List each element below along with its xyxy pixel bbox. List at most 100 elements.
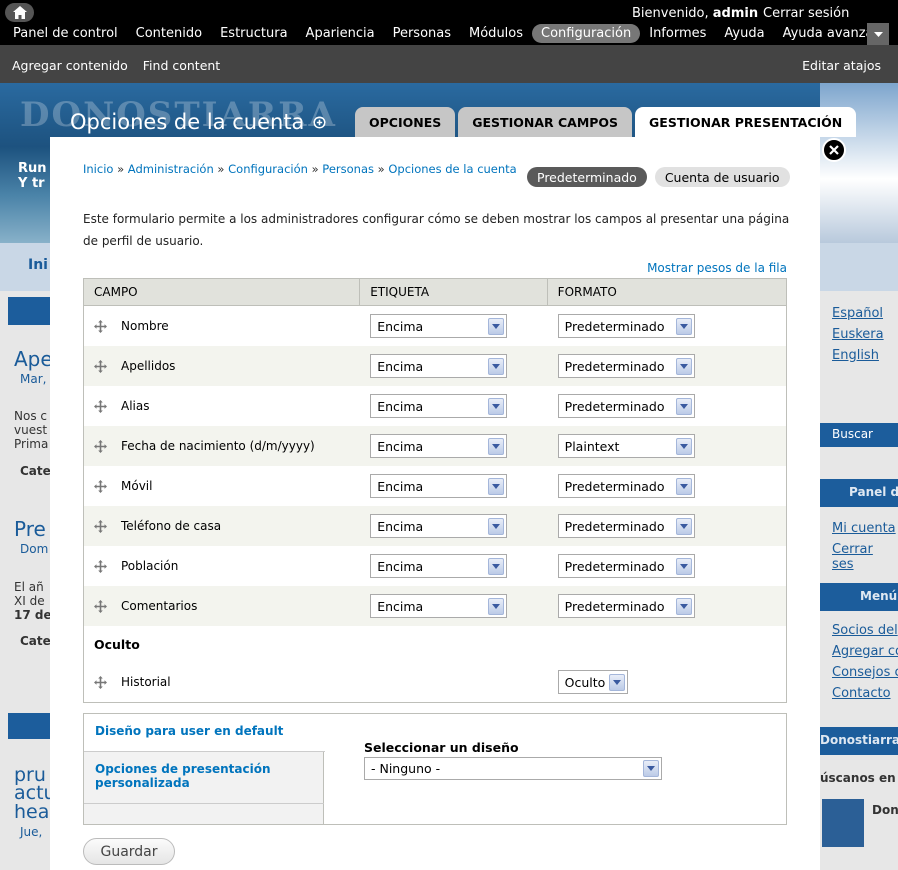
chevron-down-icon: [675, 597, 692, 615]
search-button[interactable]: Buscar: [820, 423, 898, 447]
lang-link[interactable]: Español: [832, 306, 883, 321]
breadcrumb-admin[interactable]: Administración: [128, 162, 214, 176]
breadcrumb-people[interactable]: Personas: [322, 162, 374, 176]
logout-link[interactable]: Cerrar sesión: [763, 6, 849, 21]
format-select[interactable]: Plaintext: [557, 434, 695, 458]
show-row-weights-link[interactable]: Mostrar pesos de la fila: [647, 261, 787, 275]
menu-link[interactable]: Contacto: [832, 686, 891, 701]
field-name: Población: [121, 559, 179, 573]
format-select[interactable]: Oculto: [557, 670, 628, 694]
format-select[interactable]: Predeterminado: [557, 594, 695, 618]
shortcut-find-content[interactable]: Find content: [143, 58, 220, 73]
label-select[interactable]: Encima: [370, 394, 508, 418]
vtab-layout[interactable]: Diseño para user en default: [84, 714, 325, 752]
drag-handle-icon[interactable]: [94, 559, 107, 573]
panel-link[interactable]: Mi cuenta: [832, 521, 896, 536]
subtab-default[interactable]: Predeterminado: [527, 167, 647, 187]
find-us-text: úscanos en: [820, 771, 896, 785]
format-select[interactable]: Predeterminado: [557, 394, 695, 418]
layout-select-value: - Ninguno -: [371, 761, 441, 776]
drag-handle-icon[interactable]: [94, 399, 107, 413]
breadcrumb-separator: »: [311, 162, 319, 176]
post-title[interactable]: Pre: [14, 517, 46, 541]
format-select[interactable]: Predeterminado: [557, 474, 695, 498]
site-nav-item[interactable]: Ini: [28, 257, 48, 273]
breadcrumb-home[interactable]: Inicio: [83, 162, 113, 176]
field-display-table: CAMPO ETIQUETA FORMATO Nombre Encima Prede…: [83, 278, 787, 703]
label-select-value: Encima: [377, 318, 424, 334]
drag-handle-icon[interactable]: [94, 479, 107, 493]
format-select[interactable]: Predeterminado: [557, 514, 695, 538]
shortcut-add-content[interactable]: Agregar contenido: [12, 58, 128, 73]
lang-link[interactable]: Euskera: [832, 327, 884, 342]
format-select-value: Plaintext: [564, 438, 620, 454]
breadcrumb-account-settings[interactable]: Opciones de la cuenta: [388, 162, 516, 176]
label-select[interactable]: Encima: [370, 594, 508, 618]
menu-item-content[interactable]: Contenido: [127, 24, 211, 43]
post-text: Nos c: [14, 409, 47, 423]
layout-settings: Diseño para user en default Opciones de …: [83, 713, 787, 825]
breadcrumb-separator: »: [377, 162, 385, 176]
tab-manage-display[interactable]: GESTIONAR PRESENTACIÓN: [635, 107, 857, 137]
save-button[interactable]: Guardar: [83, 838, 175, 865]
post-title[interactable]: hea: [14, 801, 49, 823]
menu-item-appearance[interactable]: Apariencia: [297, 24, 384, 43]
menu-link[interactable]: Agregar co: [832, 644, 898, 659]
tab-manage-fields[interactable]: GESTIONAR CAMPOS: [458, 107, 633, 137]
drag-handle-icon[interactable]: [94, 675, 107, 689]
menu-item-people[interactable]: Personas: [384, 24, 460, 43]
format-select-value: Predeterminado: [564, 598, 665, 614]
label-select[interactable]: Encima: [370, 554, 508, 578]
fb-name: Don: [872, 803, 898, 817]
label-select[interactable]: Encima: [370, 514, 508, 538]
breadcrumb-config[interactable]: Configuración: [228, 162, 308, 176]
format-select[interactable]: Predeterminado: [557, 354, 695, 378]
post-title[interactable]: Ape: [14, 347, 53, 371]
site-bar: [8, 297, 50, 325]
format-select[interactable]: Predeterminado: [557, 314, 695, 338]
drag-handle-icon[interactable]: [94, 519, 107, 533]
site-bar: [8, 713, 50, 739]
drag-handle-icon[interactable]: [94, 359, 107, 373]
subtab-user-account[interactable]: Cuenta de usuario: [654, 167, 790, 187]
menu-link[interactable]: Consejos c: [832, 665, 898, 680]
post-category: Cate: [20, 464, 51, 478]
drag-handle-icon[interactable]: [94, 599, 107, 613]
layout-select[interactable]: - Ninguno -: [364, 757, 662, 780]
vtab-custom-display[interactable]: Opciones de presentación personalizada: [84, 752, 324, 804]
plus-circle-icon[interactable]: [313, 115, 326, 129]
field-name: Nombre: [121, 319, 169, 333]
modal-tabs: OPCIONES GESTIONAR CAMPOS GESTIONAR PRES…: [355, 107, 859, 137]
menu-item-modules[interactable]: Módulos: [460, 24, 532, 43]
close-button[interactable]: [822, 138, 846, 162]
post-date: Mar,: [20, 372, 47, 386]
home-button[interactable]: [5, 3, 34, 22]
chevron-down-icon: [488, 437, 505, 455]
drag-handle-icon[interactable]: [94, 319, 107, 333]
username[interactable]: admin: [713, 6, 758, 21]
chevron-down-icon: [675, 557, 692, 575]
label-select-value: Encima: [377, 438, 424, 454]
label-select[interactable]: Encima: [370, 314, 508, 338]
menu-item-reports[interactable]: Informes: [640, 24, 715, 43]
drag-handle-icon[interactable]: [94, 439, 107, 453]
field-name: Historial: [121, 675, 171, 689]
menu-item-structure[interactable]: Estructura: [211, 24, 296, 43]
label-select[interactable]: Encima: [370, 354, 508, 378]
format-select[interactable]: Predeterminado: [557, 554, 695, 578]
menu-item-panel[interactable]: Panel de control: [4, 24, 127, 43]
edit-shortcuts-link[interactable]: Editar atajos: [802, 58, 881, 73]
chevron-down-icon: [488, 397, 505, 415]
shortcuts-toggle[interactable]: [867, 23, 889, 47]
label-select-value: Encima: [377, 558, 424, 574]
menu-link[interactable]: Socios del: [832, 623, 898, 638]
menu-item-help[interactable]: Ayuda: [715, 24, 773, 43]
tab-options[interactable]: OPCIONES: [355, 107, 456, 137]
label-select[interactable]: Encima: [370, 434, 508, 458]
lang-link[interactable]: English: [832, 348, 879, 363]
shortcuts-bar: Agregar contenido Find content Editar at…: [0, 45, 898, 83]
menu-item-configuration[interactable]: Configuración: [532, 23, 641, 43]
panel-link[interactable]: Cerrar ses: [832, 542, 898, 572]
label-select[interactable]: Encima: [370, 474, 508, 498]
field-name: Fecha de nacimiento (d/m/yyyy): [121, 439, 315, 453]
